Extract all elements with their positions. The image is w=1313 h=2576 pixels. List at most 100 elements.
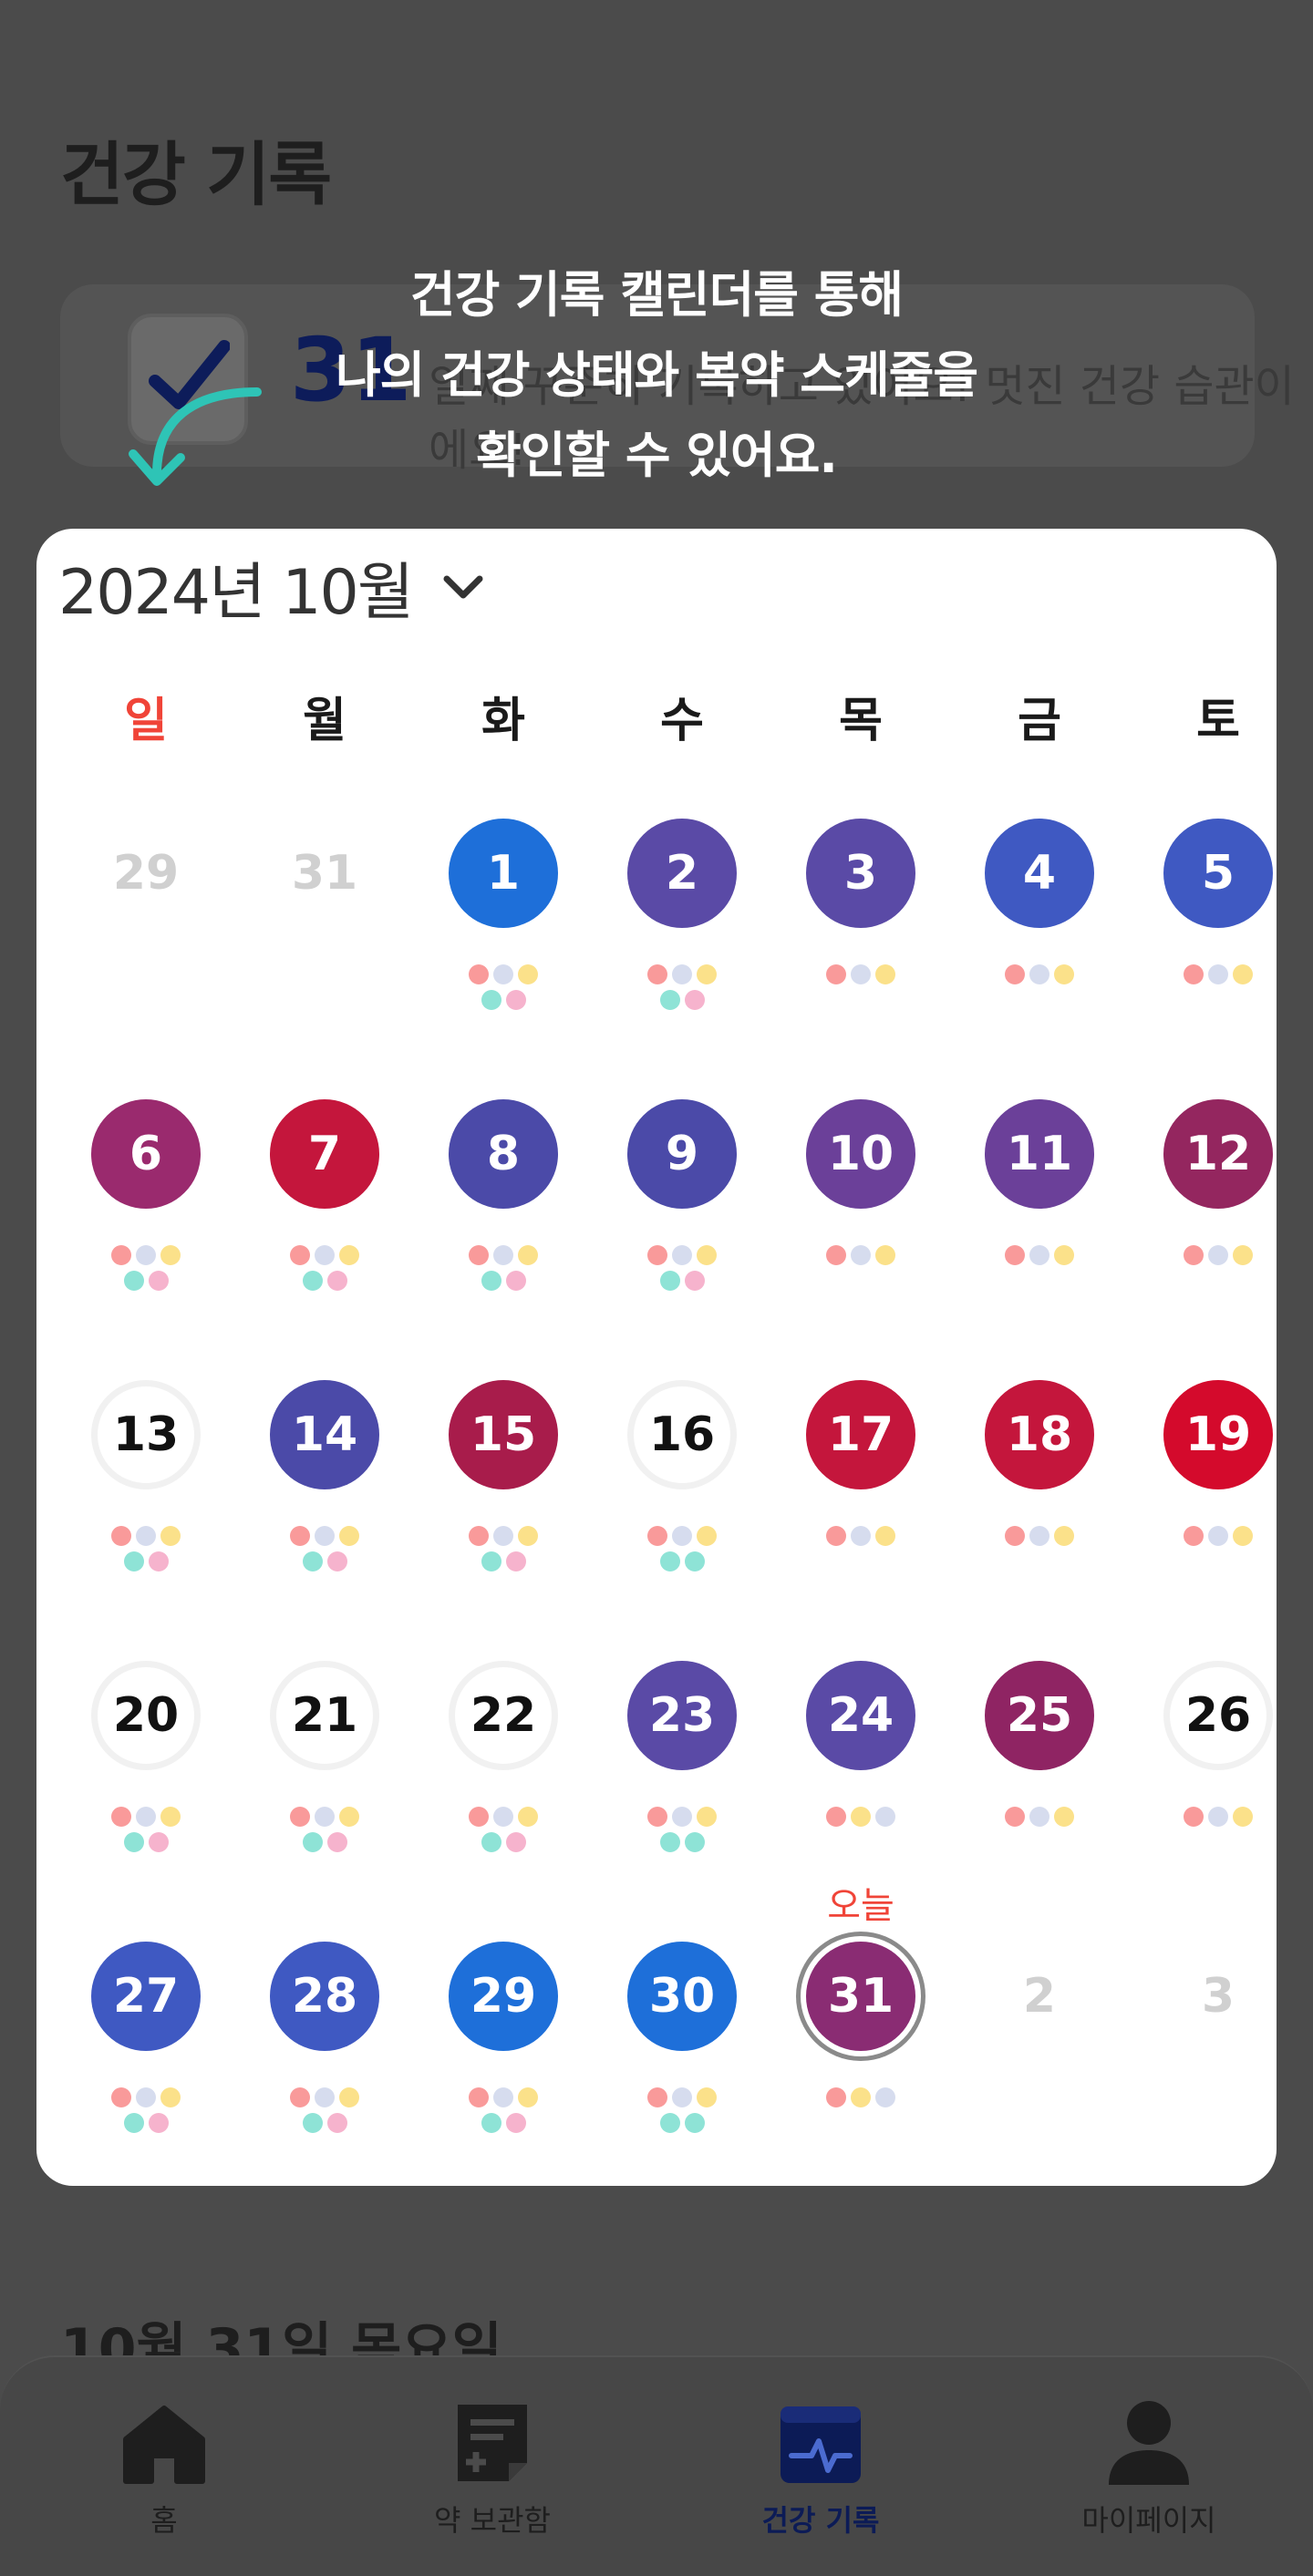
- day-number[interactable]: 10: [806, 1099, 915, 1209]
- calendar-day-cell[interactable]: 6: [57, 1099, 235, 1373]
- record-dot: [493, 2087, 513, 2107]
- record-dot: [684, 990, 705, 1010]
- day-number[interactable]: 16: [627, 1380, 737, 1489]
- day-number[interactable]: 3: [1163, 1942, 1273, 2051]
- record-dot: [505, 1832, 526, 1852]
- calendar-day-cell[interactable]: 18: [950, 1380, 1129, 1654]
- calendar-day-cell[interactable]: 22: [414, 1661, 593, 1934]
- record-dot: [1184, 1807, 1204, 1827]
- calendar-day-cell[interactable]: 2: [950, 1942, 1129, 2215]
- record-dot: [826, 1807, 846, 1827]
- calendar-day-cell[interactable]: 31: [235, 819, 414, 1092]
- record-dot: [1005, 1526, 1025, 1546]
- day-number[interactable]: 24: [806, 1661, 915, 1770]
- calendar-day-cell[interactable]: 3: [1129, 1942, 1308, 2215]
- day-number[interactable]: 21: [270, 1661, 379, 1770]
- calendar-day-cell[interactable]: 2: [593, 819, 771, 1092]
- day-number[interactable]: 25: [985, 1661, 1094, 1770]
- day-number[interactable]: 15: [449, 1380, 558, 1489]
- calendar-day-cell[interactable]: 13: [57, 1380, 235, 1654]
- calendar-day-cell[interactable]: 16: [593, 1380, 771, 1654]
- day-number[interactable]: 29: [91, 819, 201, 928]
- record-dot: [697, 1245, 717, 1265]
- day-number[interactable]: 20: [91, 1661, 201, 1770]
- record-dot: [505, 990, 526, 1010]
- calendar-day-cell[interactable]: 17: [771, 1380, 950, 1654]
- calendar-day-cell[interactable]: 오늘 31: [771, 1885, 950, 2215]
- record-dot: [469, 1807, 489, 1827]
- calendar-day-cell[interactable]: 29: [414, 1942, 593, 2215]
- day-number[interactable]: 11: [985, 1099, 1094, 1209]
- calendar-day-cell[interactable]: 9: [593, 1099, 771, 1373]
- record-indicator-dots: [57, 1807, 235, 1858]
- calendar-day-cell[interactable]: 7: [235, 1099, 414, 1373]
- day-number[interactable]: 29: [449, 1942, 558, 2051]
- calendar-day-cell[interactable]: 26: [1129, 1661, 1308, 1934]
- calendar-day-cell[interactable]: 28: [235, 1942, 414, 2215]
- day-number[interactable]: 28: [270, 1942, 379, 2051]
- day-number[interactable]: 12: [1163, 1099, 1273, 1209]
- day-number[interactable]: 22: [449, 1661, 558, 1770]
- record-dot: [697, 964, 717, 984]
- day-number[interactable]: 14: [270, 1380, 379, 1489]
- record-dot: [136, 2087, 156, 2107]
- calendar-day-cell[interactable]: 3: [771, 819, 950, 1092]
- calendar-day-cell[interactable]: 20: [57, 1661, 235, 1934]
- calendar-day-cell[interactable]: 25: [950, 1661, 1129, 1934]
- calendar-day-cell[interactable]: 30: [593, 1942, 771, 2215]
- day-number[interactable]: 19: [1163, 1380, 1273, 1489]
- record-dot: [659, 2113, 680, 2133]
- calendar-day-cell[interactable]: 10: [771, 1099, 950, 1373]
- record-dot: [1054, 964, 1074, 984]
- calendar-day-cell[interactable]: 11: [950, 1099, 1129, 1373]
- calendar-day-cell[interactable]: 21: [235, 1661, 414, 1934]
- profile-icon: [1109, 2401, 1189, 2485]
- record-dot: [326, 1551, 347, 1571]
- day-number[interactable]: 8: [449, 1099, 558, 1209]
- day-number[interactable]: 27: [91, 1942, 201, 2051]
- calendar-day-cell[interactable]: 8: [414, 1099, 593, 1373]
- day-number[interactable]: 7: [270, 1099, 379, 1209]
- calendar-day-cell[interactable]: 12: [1129, 1099, 1308, 1373]
- day-number[interactable]: 17: [806, 1380, 915, 1489]
- day-number[interactable]: 23: [627, 1661, 737, 1770]
- day-number[interactable]: 6: [91, 1099, 201, 1209]
- record-indicator-dots: [235, 1807, 414, 1858]
- record-dot: [290, 1245, 310, 1265]
- record-dot: [1054, 1807, 1074, 1827]
- calendar-day-cell[interactable]: 27: [57, 1942, 235, 2215]
- day-number[interactable]: 5: [1163, 819, 1273, 928]
- day-number[interactable]: 31: [270, 819, 379, 928]
- calendar-day-cell[interactable]: 29: [57, 819, 235, 1092]
- day-number[interactable]: 3: [806, 819, 915, 928]
- nav-home[interactable]: 홈: [0, 2396, 328, 2540]
- day-number[interactable]: 4: [985, 819, 1094, 928]
- record-dot: [684, 1551, 705, 1571]
- day-number[interactable]: 30: [627, 1942, 737, 2051]
- record-dot: [148, 1832, 169, 1852]
- day-number[interactable]: 13: [91, 1380, 201, 1489]
- calendar-day-cell[interactable]: 14: [235, 1380, 414, 1654]
- record-dot: [111, 2087, 131, 2107]
- day-number[interactable]: 2: [985, 1942, 1094, 2051]
- calendar-day-cell[interactable]: 23: [593, 1661, 771, 1934]
- calendar-day-cell[interactable]: 1: [414, 819, 593, 1092]
- day-number[interactable]: 18: [985, 1380, 1094, 1489]
- calendar-day-cell[interactable]: 15: [414, 1380, 593, 1654]
- day-number[interactable]: 9: [627, 1099, 737, 1209]
- day-number[interactable]: 31: [806, 1942, 915, 2051]
- record-dot: [684, 1271, 705, 1291]
- record-dot: [302, 1832, 323, 1852]
- nav-mypage[interactable]: 마이페이지: [985, 2396, 1313, 2540]
- nav-health-record[interactable]: 건강 기록: [656, 2396, 985, 2540]
- day-number[interactable]: 1: [449, 819, 558, 928]
- calendar-day-cell[interactable]: 4: [950, 819, 1129, 1092]
- nav-medicine-box[interactable]: 약 보관함: [328, 2396, 656, 2540]
- day-number[interactable]: 2: [627, 819, 737, 928]
- calendar-day-cell[interactable]: 5: [1129, 819, 1308, 1092]
- record-dot: [469, 1245, 489, 1265]
- day-number[interactable]: 26: [1163, 1661, 1273, 1770]
- record-dot: [111, 1526, 131, 1546]
- calendar-day-cell[interactable]: 19: [1129, 1380, 1308, 1654]
- record-dot: [697, 1526, 717, 1546]
